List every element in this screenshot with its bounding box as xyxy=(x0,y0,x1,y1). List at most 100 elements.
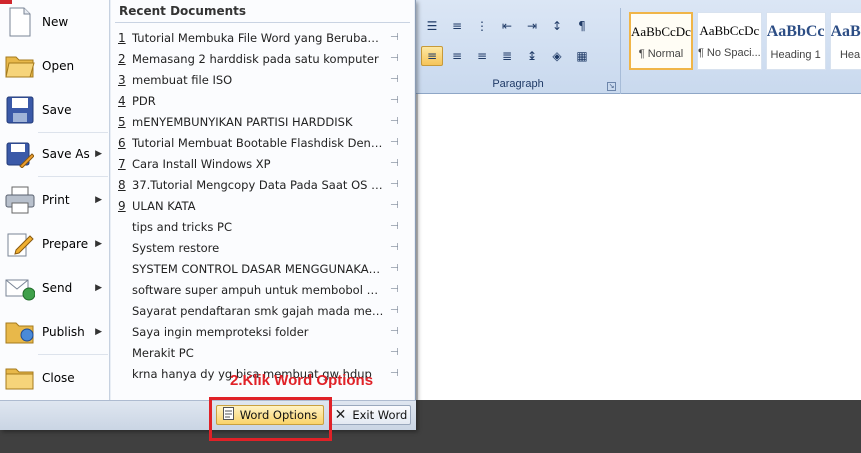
increase-indent-icon[interactable]: ⇥ xyxy=(521,16,543,36)
recent-document-name: Memasang 2 harddisk pada satu komputer xyxy=(132,51,379,66)
style-heading-2[interactable]: AaBb Hea xyxy=(829,12,861,70)
pin-icon[interactable]: ⊣ xyxy=(390,347,404,358)
pin-icon[interactable]: ⊣ xyxy=(390,158,404,169)
pin-icon[interactable]: ⊣ xyxy=(390,116,404,127)
recent-document-name: Tutorial Membuka File Word yang Berubah … xyxy=(132,30,384,45)
show-marks-icon[interactable]: ¶ xyxy=(571,16,593,36)
menu-item-print[interactable]: Print ▶ xyxy=(0,178,110,222)
recent-document-name: software super ampuh untuk membobol wifi… xyxy=(132,282,384,297)
styles-gallery: AaBbCcDc ¶ Normal AaBbCcDc ¶ No Spaci...… xyxy=(629,12,861,72)
recent-document-item[interactable]: 7 Cara Install Windows XP ⊣ xyxy=(111,153,414,174)
recent-document-item[interactable]: 9 ULAN KATA ⊣ xyxy=(111,195,414,216)
pin-icon[interactable]: ⊣ xyxy=(390,221,404,232)
menu-item-new[interactable]: New xyxy=(0,0,110,44)
recent-document-name: 37.Tutorial Mengcopy Data Pada Saat OS G… xyxy=(132,177,384,192)
submenu-arrow-icon: ▶ xyxy=(95,239,102,249)
align-right-icon[interactable]: ≡ xyxy=(471,46,493,66)
recent-document-item[interactable]: 3 membuat file ISO ⊣ xyxy=(111,69,414,90)
recent-document-item[interactable]: Sayarat pendaftaran smk gajah mada metro… xyxy=(111,300,414,321)
pin-icon[interactable]: ⊣ xyxy=(390,179,404,190)
style-name: Heading 1 xyxy=(770,49,821,61)
shading-icon[interactable]: ◈ xyxy=(546,46,568,66)
menu-item-open[interactable]: Open xyxy=(0,44,110,88)
recent-document-item[interactable]: 2 Memasang 2 harddisk pada satu komputer ⊣ xyxy=(111,48,414,69)
menu-item-label: New xyxy=(42,15,69,29)
recent-document-item[interactable]: 5 mENYEMBUNYIKAN PARTISI HARDDISK ⊣ xyxy=(111,111,414,132)
recent-document-item[interactable]: 4 PDR ⊣ xyxy=(111,90,414,111)
align-center-icon[interactable]: ≡ xyxy=(446,46,468,66)
recent-document-item[interactable]: SYSTEM CONTROL DASAR MENGGUNAKAN KO... ⊣ xyxy=(111,258,414,279)
justify-icon[interactable]: ≣ xyxy=(496,46,518,66)
pin-icon[interactable]: ⊣ xyxy=(390,305,404,316)
recent-document-item[interactable]: 1 Tutorial Membuka File Word yang Berubah… xyxy=(111,27,414,48)
menu-item-label: Publish xyxy=(42,325,85,339)
pin-icon[interactable]: ⊣ xyxy=(390,326,404,337)
menu-item-save[interactable]: Save xyxy=(0,88,110,132)
recent-document-name: tips and tricks PC xyxy=(132,219,232,234)
dialog-launcher-icon[interactable]: ↘ xyxy=(607,82,616,91)
recent-document-number: 2 xyxy=(118,51,126,66)
recent-document-item[interactable]: 6 Tutorial Membuat Bootable Flashdisk Den… xyxy=(111,132,414,153)
menu-item-save-as[interactable]: Save As ▶ xyxy=(0,132,110,176)
recent-document-item[interactable]: System restore ⊣ xyxy=(111,237,414,258)
pin-icon[interactable]: ⊣ xyxy=(390,368,404,379)
align-left-icon[interactable]: ≡ xyxy=(421,46,443,66)
pin-icon[interactable]: ⊣ xyxy=(390,200,404,211)
recent-document-name: Tutorial Membuat Bootable Flashdisk Deng… xyxy=(132,135,384,150)
exit-word-button[interactable]: ✕ Exit Word xyxy=(331,405,411,425)
numbering-icon[interactable]: ≡ xyxy=(446,16,468,36)
style-heading-1[interactable]: AaBbCc Heading 1 xyxy=(765,12,826,70)
pin-icon[interactable]: ⊣ xyxy=(390,284,404,295)
menu-item-label: Print xyxy=(42,193,70,207)
recent-documents-title: Recent Documents xyxy=(119,4,247,18)
style-sample: AaBbCcDc xyxy=(699,23,760,38)
multilevel-list-icon[interactable]: ⋮ xyxy=(471,16,493,36)
decrease-indent-icon[interactable]: ⇤ xyxy=(496,16,518,36)
line-spacing-icon[interactable]: ↨ xyxy=(521,46,543,66)
divider xyxy=(115,22,410,23)
recent-document-item[interactable]: Merakit PC ⊣ xyxy=(111,342,414,363)
menu-item-publish[interactable]: Publish ▶ xyxy=(0,310,110,354)
menu-item-close[interactable]: Close xyxy=(0,356,110,400)
recent-document-name: ULAN KATA xyxy=(132,198,196,213)
send-mail-icon xyxy=(4,272,36,304)
recent-document-number: 9 xyxy=(118,198,126,213)
submenu-arrow-icon: ▶ xyxy=(95,283,102,293)
recent-document-name: Sayarat pendaftaran smk gajah mada metro xyxy=(132,303,384,318)
close-x-icon: ✕ xyxy=(334,407,347,423)
recent-document-number: 5 xyxy=(118,114,126,129)
recent-document-name: SYSTEM CONTROL DASAR MENGGUNAKAN KO... xyxy=(132,261,384,276)
pin-icon[interactable]: ⊣ xyxy=(390,137,404,148)
style-normal[interactable]: AaBbCcDc ¶ Normal xyxy=(629,12,693,70)
menu-item-label: Send xyxy=(42,281,73,295)
recent-document-item[interactable]: tips and tricks PC ⊣ xyxy=(111,216,414,237)
bullets-icon[interactable]: ☰ xyxy=(421,16,443,36)
menu-item-label: Prepare xyxy=(42,237,89,251)
submenu-arrow-icon: ▶ xyxy=(95,149,102,159)
recent-document-item[interactable]: Saya ingin memproteksi folder ⊣ xyxy=(111,321,414,342)
annotation-text: 2.Klik Word Options xyxy=(230,372,374,389)
recent-document-item[interactable]: 8 37.Tutorial Mengcopy Data Pada Saat OS … xyxy=(111,174,414,195)
pin-icon[interactable]: ⊣ xyxy=(390,242,404,253)
pin-icon[interactable]: ⊣ xyxy=(390,95,404,106)
recent-document-number: 8 xyxy=(118,177,126,192)
recent-document-name: Cara Install Windows XP xyxy=(132,156,271,171)
menu-item-prepare[interactable]: Prepare ▶ xyxy=(0,222,110,266)
menu-item-send[interactable]: Send ▶ xyxy=(0,266,110,310)
paragraph-group: ☰ ≡ ⋮ ⇤ ⇥ ↕ ¶ ≡ ≡ ≡ ≣ ↨ ◈ ▦ Paragraph ↘ xyxy=(415,8,621,94)
pin-icon[interactable]: ⊣ xyxy=(390,53,404,64)
menu-item-label: Save As xyxy=(42,147,90,161)
menu-separator xyxy=(38,354,108,355)
borders-icon[interactable]: ▦ xyxy=(571,46,593,66)
prepare-pencil-icon xyxy=(4,228,36,260)
pin-icon[interactable]: ⊣ xyxy=(390,263,404,274)
paragraph-row-1: ☰ ≡ ⋮ ⇤ ⇥ ↕ ¶ xyxy=(421,16,593,36)
style-no-spacing[interactable]: AaBbCcDc ¶ No Spaci... xyxy=(696,12,762,70)
sort-icon[interactable]: ↕ xyxy=(546,16,568,36)
pin-icon[interactable]: ⊣ xyxy=(390,74,404,85)
pin-icon[interactable]: ⊣ xyxy=(390,32,404,43)
recent-document-name: Saya ingin memproteksi folder xyxy=(132,324,309,339)
recent-document-item[interactable]: software super ampuh untuk membobol wifi… xyxy=(111,279,414,300)
recent-document-name: Merakit PC xyxy=(132,345,194,360)
menu-item-label: Open xyxy=(42,59,75,73)
